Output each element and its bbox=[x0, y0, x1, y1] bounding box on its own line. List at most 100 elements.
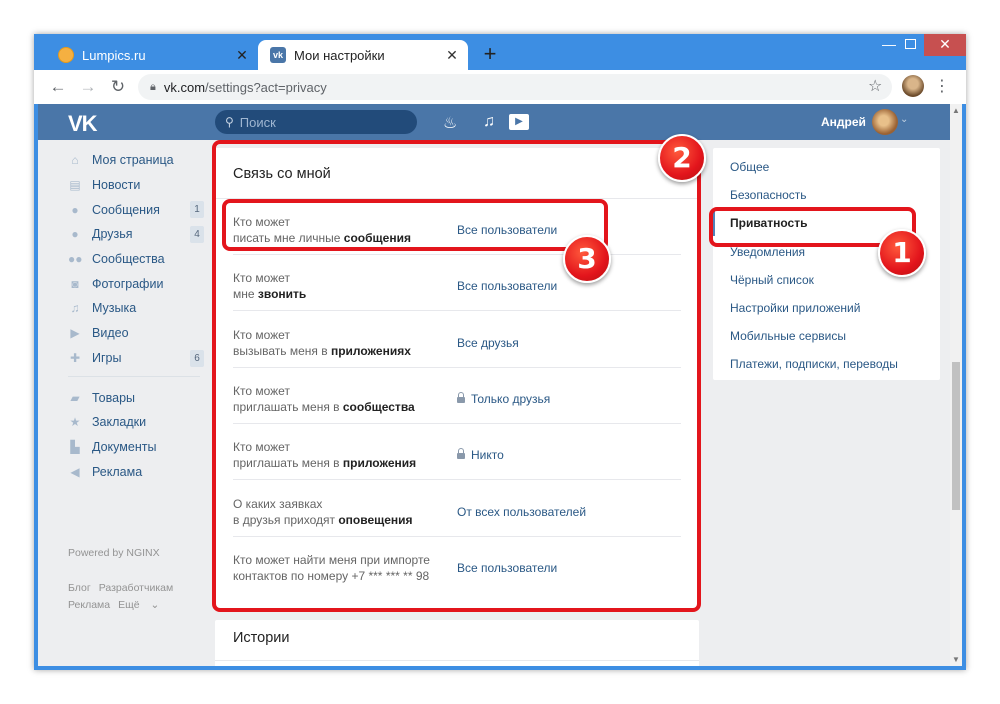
profile-avatar[interactable] bbox=[902, 75, 924, 97]
goods-icon: ▰ bbox=[70, 390, 80, 405]
play-icon[interactable]: ▶ bbox=[509, 114, 529, 130]
sidebar-item-label: Моя страница bbox=[92, 153, 174, 168]
footer-link-blog[interactable]: Блог bbox=[68, 582, 91, 594]
search-icon: ⚲ bbox=[225, 115, 234, 129]
settings-menu-item[interactable]: Настройки приложений bbox=[730, 301, 860, 315]
tab-close-icon[interactable]: ✕ bbox=[442, 47, 462, 64]
sidebar-item-video[interactable]: ▶ Видео bbox=[68, 321, 208, 346]
sidebar-item-label: Документы bbox=[92, 439, 157, 454]
count-badge: 4 bbox=[190, 226, 204, 244]
scroll-up-icon[interactable]: ▲ bbox=[950, 106, 962, 115]
tab-title: Мои настройки bbox=[294, 47, 385, 63]
chevron-down-icon[interactable]: ⌄ bbox=[900, 114, 908, 125]
user-name[interactable]: Андрей bbox=[821, 115, 866, 129]
forward-arrow-icon[interactable]: → bbox=[76, 76, 100, 98]
url-path: /settings?act=privacy bbox=[205, 79, 327, 95]
powered-by: Powered by NGINX bbox=[68, 547, 160, 559]
lumpics-favicon-icon bbox=[58, 47, 74, 63]
settings-menu-item[interactable]: Безопасность bbox=[730, 188, 807, 202]
sidebar-item-friends[interactable]: ● Друзья 4 bbox=[68, 222, 208, 247]
reload-icon[interactable]: ↻ bbox=[106, 76, 130, 98]
footer-more-label: Ещё bbox=[118, 599, 140, 611]
home-icon: ⌂ bbox=[71, 153, 79, 168]
friends-icon: ● bbox=[71, 227, 79, 242]
address-bar[interactable]: 🔒︎ vk.com/settings?act=privacy bbox=[138, 74, 892, 100]
bookmark-star-icon[interactable]: ☆ bbox=[868, 76, 882, 96]
news-icon: ▤ bbox=[69, 178, 81, 193]
footer-link-dev[interactable]: Разработчикам bbox=[99, 582, 174, 594]
chevron-down-icon: ⌄ bbox=[150, 599, 160, 611]
bell-icon[interactable]: ♨ bbox=[443, 113, 457, 133]
settings-menu-item[interactable]: Платежи, подписки, переводы bbox=[730, 357, 898, 371]
sidebar-item-label: Новости bbox=[92, 178, 141, 193]
tab-lumpics[interactable]: Lumpics.ru ✕ bbox=[46, 40, 258, 70]
divider bbox=[215, 660, 699, 661]
footer-links: Блог Разработчикам Реклама Ещё ⌄ bbox=[68, 580, 181, 614]
count-badge: 1 bbox=[190, 201, 204, 219]
sidebar-item-music[interactable]: ♫ Музыка bbox=[68, 296, 208, 321]
sidebar-item-photos[interactable]: ◙ Фотографии bbox=[68, 271, 208, 296]
sidebar-item-bookmarks[interactable]: ★ Закладки bbox=[68, 410, 208, 435]
bookmarks-icon: ★ bbox=[69, 415, 81, 430]
new-tab-button[interactable]: + bbox=[478, 42, 502, 66]
music-icon: ♫ bbox=[70, 301, 80, 316]
maximize-icon bbox=[904, 39, 916, 49]
settings-menu-item[interactable]: Мобильные сервисы bbox=[730, 329, 846, 343]
sidebar-item-label: Сообщения bbox=[92, 202, 160, 217]
sidebar-item-messages[interactable]: ● Сообщения 1 bbox=[68, 197, 208, 222]
vk-logo[interactable]: VK bbox=[68, 111, 98, 137]
browser-toolbar: ← → ↻ 🔒︎ vk.com/settings?act=privacy ☆ ⋮ bbox=[34, 70, 966, 104]
photos-icon: ◙ bbox=[71, 276, 79, 291]
sidebar-item-ads[interactable]: ◀ Реклама bbox=[68, 459, 208, 484]
video-icon: ▶ bbox=[70, 326, 80, 341]
back-arrow-icon[interactable]: ← bbox=[46, 76, 70, 98]
url-host: vk.com bbox=[163, 79, 206, 95]
annotation-number-3: 3 bbox=[563, 235, 611, 283]
sidebar-item-label: Сообщества bbox=[92, 252, 165, 267]
settings-menu-item[interactable]: Общее bbox=[730, 160, 769, 174]
music-note-icon[interactable]: ♫ bbox=[483, 113, 495, 131]
annotation-number-2: 2 bbox=[658, 134, 706, 182]
search-placeholder: Поиск bbox=[239, 114, 276, 130]
search-input[interactable]: ⚲ Поиск bbox=[215, 110, 417, 134]
annotation-box-3 bbox=[222, 199, 608, 251]
count-badge: 6 bbox=[190, 349, 204, 367]
ads-icon: ◀ bbox=[70, 464, 80, 479]
tab-settings[interactable]: vk Мои настройки ✕ bbox=[258, 40, 468, 70]
settings-menu-item[interactable]: Чёрный список bbox=[730, 273, 814, 287]
close-window-button[interactable]: ✕ bbox=[924, 34, 966, 56]
footer-link-more[interactable]: Ещё ⌄ bbox=[118, 599, 167, 611]
annotation-number-1: 1 bbox=[878, 229, 926, 277]
sidebar-item-communities[interactable]: ●● Сообщества bbox=[68, 247, 208, 272]
tab-strip: Lumpics.ru ✕ vk Мои настройки ✕ + — ✕ bbox=[34, 34, 966, 70]
sidebar-item-label: Реклама bbox=[92, 464, 143, 479]
sidebar-item-goods[interactable]: ▰ Товары bbox=[68, 385, 208, 410]
vk-favicon-icon: vk bbox=[270, 47, 286, 63]
vk-header: VK ⚲ Поиск ♨ ♫ ▶ Андрей ⌄ bbox=[38, 104, 950, 140]
footer-link-ads[interactable]: Реклама bbox=[68, 599, 110, 611]
sidebar-item-my-page[interactable]: ⌂ Моя страница bbox=[68, 148, 208, 173]
messages-icon: ● bbox=[71, 202, 79, 217]
sidebar-item-games[interactable]: ✚ Игры 6 bbox=[68, 346, 208, 371]
scroll-down-icon[interactable]: ▼ bbox=[950, 655, 962, 664]
sidebar-item-label: Закладки bbox=[92, 415, 147, 430]
maximize-button[interactable] bbox=[896, 34, 924, 56]
section-title: Истории bbox=[233, 630, 290, 646]
sidebar-item-label: Друзья bbox=[92, 227, 133, 242]
sidebar-item-label: Фотографии bbox=[92, 276, 164, 291]
games-icon: ✚ bbox=[69, 350, 81, 365]
tab-close-icon[interactable]: ✕ bbox=[232, 47, 252, 64]
scrollbar-thumb[interactable] bbox=[952, 362, 960, 510]
stories-card: Истории bbox=[215, 620, 699, 666]
sidebar-item-label: Видео bbox=[92, 326, 129, 341]
avatar[interactable] bbox=[872, 109, 898, 135]
tab-title: Lumpics.ru bbox=[82, 47, 146, 63]
sidebar-item-label: Игры bbox=[92, 350, 122, 365]
sidebar-item-news[interactable]: ▤ Новости bbox=[68, 173, 208, 198]
menu-kebab-icon[interactable]: ⋮ bbox=[934, 76, 950, 96]
left-menu: ⌂ Моя страница ▤ Новости ● Сообщения 1 ● Друз… bbox=[68, 148, 208, 484]
sidebar-item-documents[interactable]: ▙ Документы bbox=[68, 435, 208, 460]
lock-icon: 🔒︎ bbox=[150, 80, 156, 93]
menu-divider bbox=[68, 376, 200, 378]
page-scrollbar[interactable]: ▲ ▼ bbox=[950, 104, 962, 666]
